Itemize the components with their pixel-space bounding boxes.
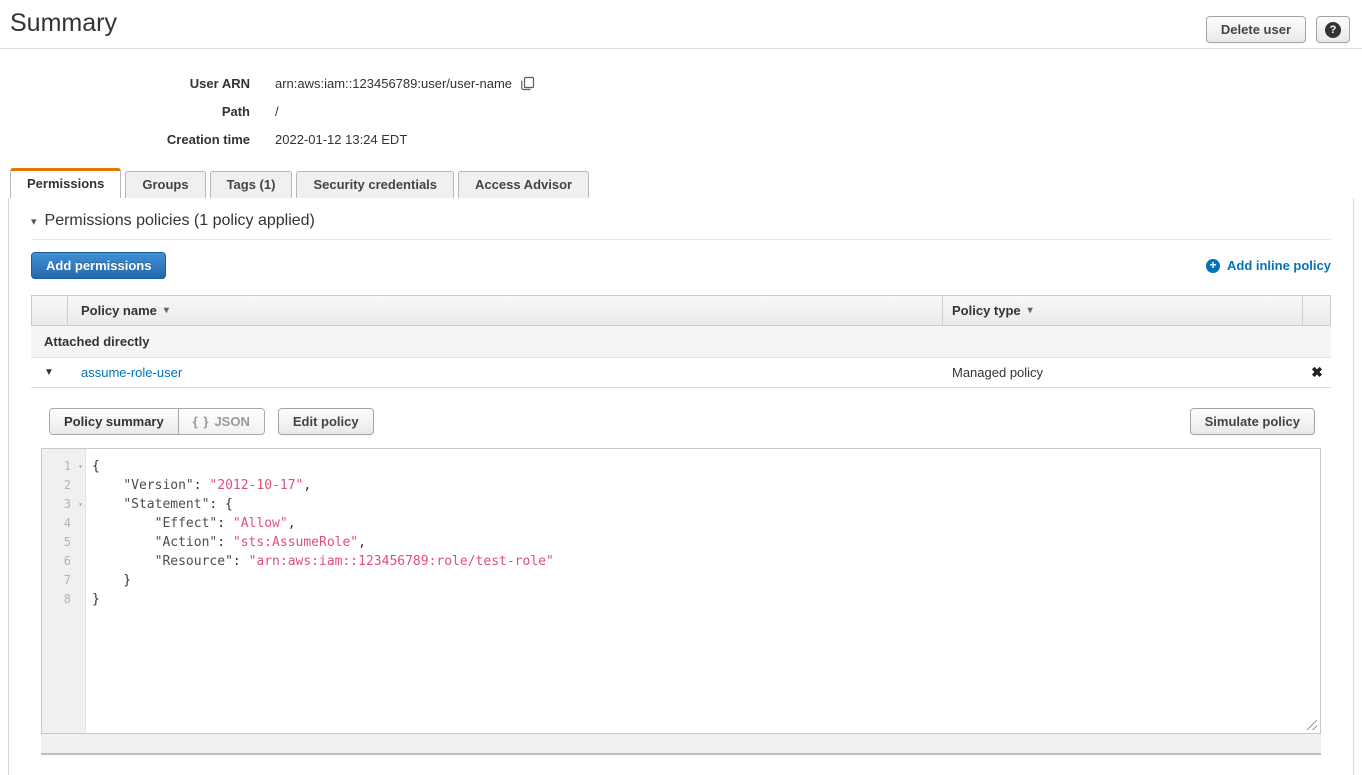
permissions-policies-heading: Permissions policies (1 policy applied) [45,212,315,229]
detail-row-user-arn: User ARN arn:aws:iam::123456789:user/use… [0,69,1362,97]
policy-view-buttons: Policy summary { } JSON Edit policy Simu… [49,408,1321,435]
line-number: 2 [42,476,85,495]
policy-detail-expanded: Policy summary { } JSON Edit policy Simu… [31,388,1331,755]
policy-row: ▼ assume-role-user Managed policy ✖ [31,358,1331,388]
line-number: 8 [42,590,85,609]
policy-table-header: Policy name ▾ Policy type ▾ [31,295,1331,326]
detail-value: arn:aws:iam::123456789:user/user-name [275,76,535,91]
row-expand-caret[interactable]: ▼ [31,367,67,378]
code-line: { [92,457,1320,476]
sort-caret-icon: ▾ [164,305,169,316]
line-number: 4 [42,514,85,533]
header-end-cell [1302,296,1330,325]
code-line: } [92,590,1320,609]
editor-code[interactable]: { "Version": "2012-10-17", "Statement": … [86,449,1320,733]
policy-type-header-label: Policy type [952,303,1021,318]
plus-circle-icon: + [1206,259,1220,273]
simulate-policy-button[interactable]: Simulate policy [1190,408,1315,435]
policy-name-cell: assume-role-user [67,365,943,380]
braces-icon: { } [193,414,210,429]
fold-caret-icon[interactable]: ▾ [78,495,83,514]
tab-permissions[interactable]: Permissions [10,168,121,198]
policy-view-segmented-control: Policy summary { } JSON [49,408,265,435]
column-header-policy-type[interactable]: Policy type ▾ [942,296,1302,325]
line-number: 5 [42,533,85,552]
detail-label: Path [0,104,250,119]
policy-name-header-label: Policy name [81,303,157,318]
group-row-attached-directly: Attached directly [31,326,1331,358]
fold-caret-icon[interactable]: ▾ [78,457,83,476]
json-view-button[interactable]: { } JSON [178,409,264,434]
code-line: } [92,571,1320,590]
detail-row-path: Path / [0,97,1362,125]
policy-type-cell: Managed policy [943,365,1303,380]
detail-label: User ARN [0,76,250,91]
sort-caret-icon: ▾ [1028,305,1033,316]
code-line: "Statement": { [92,495,1320,514]
header-spacer-cell [32,296,68,325]
line-number: 7 [42,571,85,590]
code-line: "Resource": "arn:aws:iam::123456789:role… [92,552,1320,571]
editor-footer-strip [41,734,1321,755]
editor-gutter: 1▾23▾45678 [42,449,86,733]
header-actions: Delete user ? [1206,16,1350,43]
policy-json-editor: 1▾23▾45678 { "Version": "2012-10-17", "S… [41,448,1321,734]
policy-actions-row: Add permissions + Add inline policy [9,240,1353,295]
user-details: User ARN arn:aws:iam::123456789:user/use… [0,49,1362,153]
tab-access-advisor[interactable]: Access Advisor [458,171,589,198]
detail-label: Creation time [0,132,250,147]
add-permissions-button[interactable]: Add permissions [31,252,166,279]
code-line: "Action": "sts:AssumeRole", [92,533,1320,552]
policy-name-link[interactable]: assume-role-user [81,365,182,380]
path-value: / [275,104,279,119]
detail-row-creation-time: Creation time 2022-01-12 13:24 EDT [0,125,1362,153]
creation-time-value: 2022-01-12 13:24 EDT [275,132,407,147]
tab-tags[interactable]: Tags (1) [210,171,293,198]
permissions-policies-header[interactable]: ▾ Permissions policies (1 policy applied) [9,198,1353,239]
line-number: 3▾ [42,495,85,514]
code-line: "Version": "2012-10-17", [92,476,1320,495]
column-header-policy-name[interactable]: Policy name ▾ [68,296,942,325]
page-title: Summary [10,8,117,38]
delete-user-button[interactable]: Delete user [1206,16,1306,43]
question-mark-icon: ? [1325,22,1341,38]
tab-groups[interactable]: Groups [125,171,205,198]
help-button[interactable]: ? [1316,16,1350,43]
line-number: 6 [42,552,85,571]
detach-policy-icon[interactable]: ✖ [1303,364,1331,381]
code-line: "Effect": "Allow", [92,514,1320,533]
tab-bar: Permissions Groups Tags (1) Security cre… [0,168,1362,198]
edit-policy-button[interactable]: Edit policy [278,408,374,435]
user-arn-value: arn:aws:iam::123456789:user/user-name [275,76,512,91]
line-number: 1▾ [42,457,85,476]
json-button-label: JSON [214,414,249,429]
collapse-caret-icon: ▾ [31,216,37,228]
copy-icon[interactable] [520,76,535,91]
add-inline-policy-link[interactable]: + Add inline policy [1206,258,1331,273]
tab-security-credentials[interactable]: Security credentials [296,171,454,198]
add-inline-policy-label: Add inline policy [1227,258,1331,273]
policy-summary-button[interactable]: Policy summary [50,409,178,434]
permissions-tab-panel: ▾ Permissions policies (1 policy applied)… [8,198,1354,775]
policy-table: Policy name ▾ Policy type ▾ Attached dir… [31,295,1331,755]
page-header: Summary Delete user ? [0,0,1362,49]
